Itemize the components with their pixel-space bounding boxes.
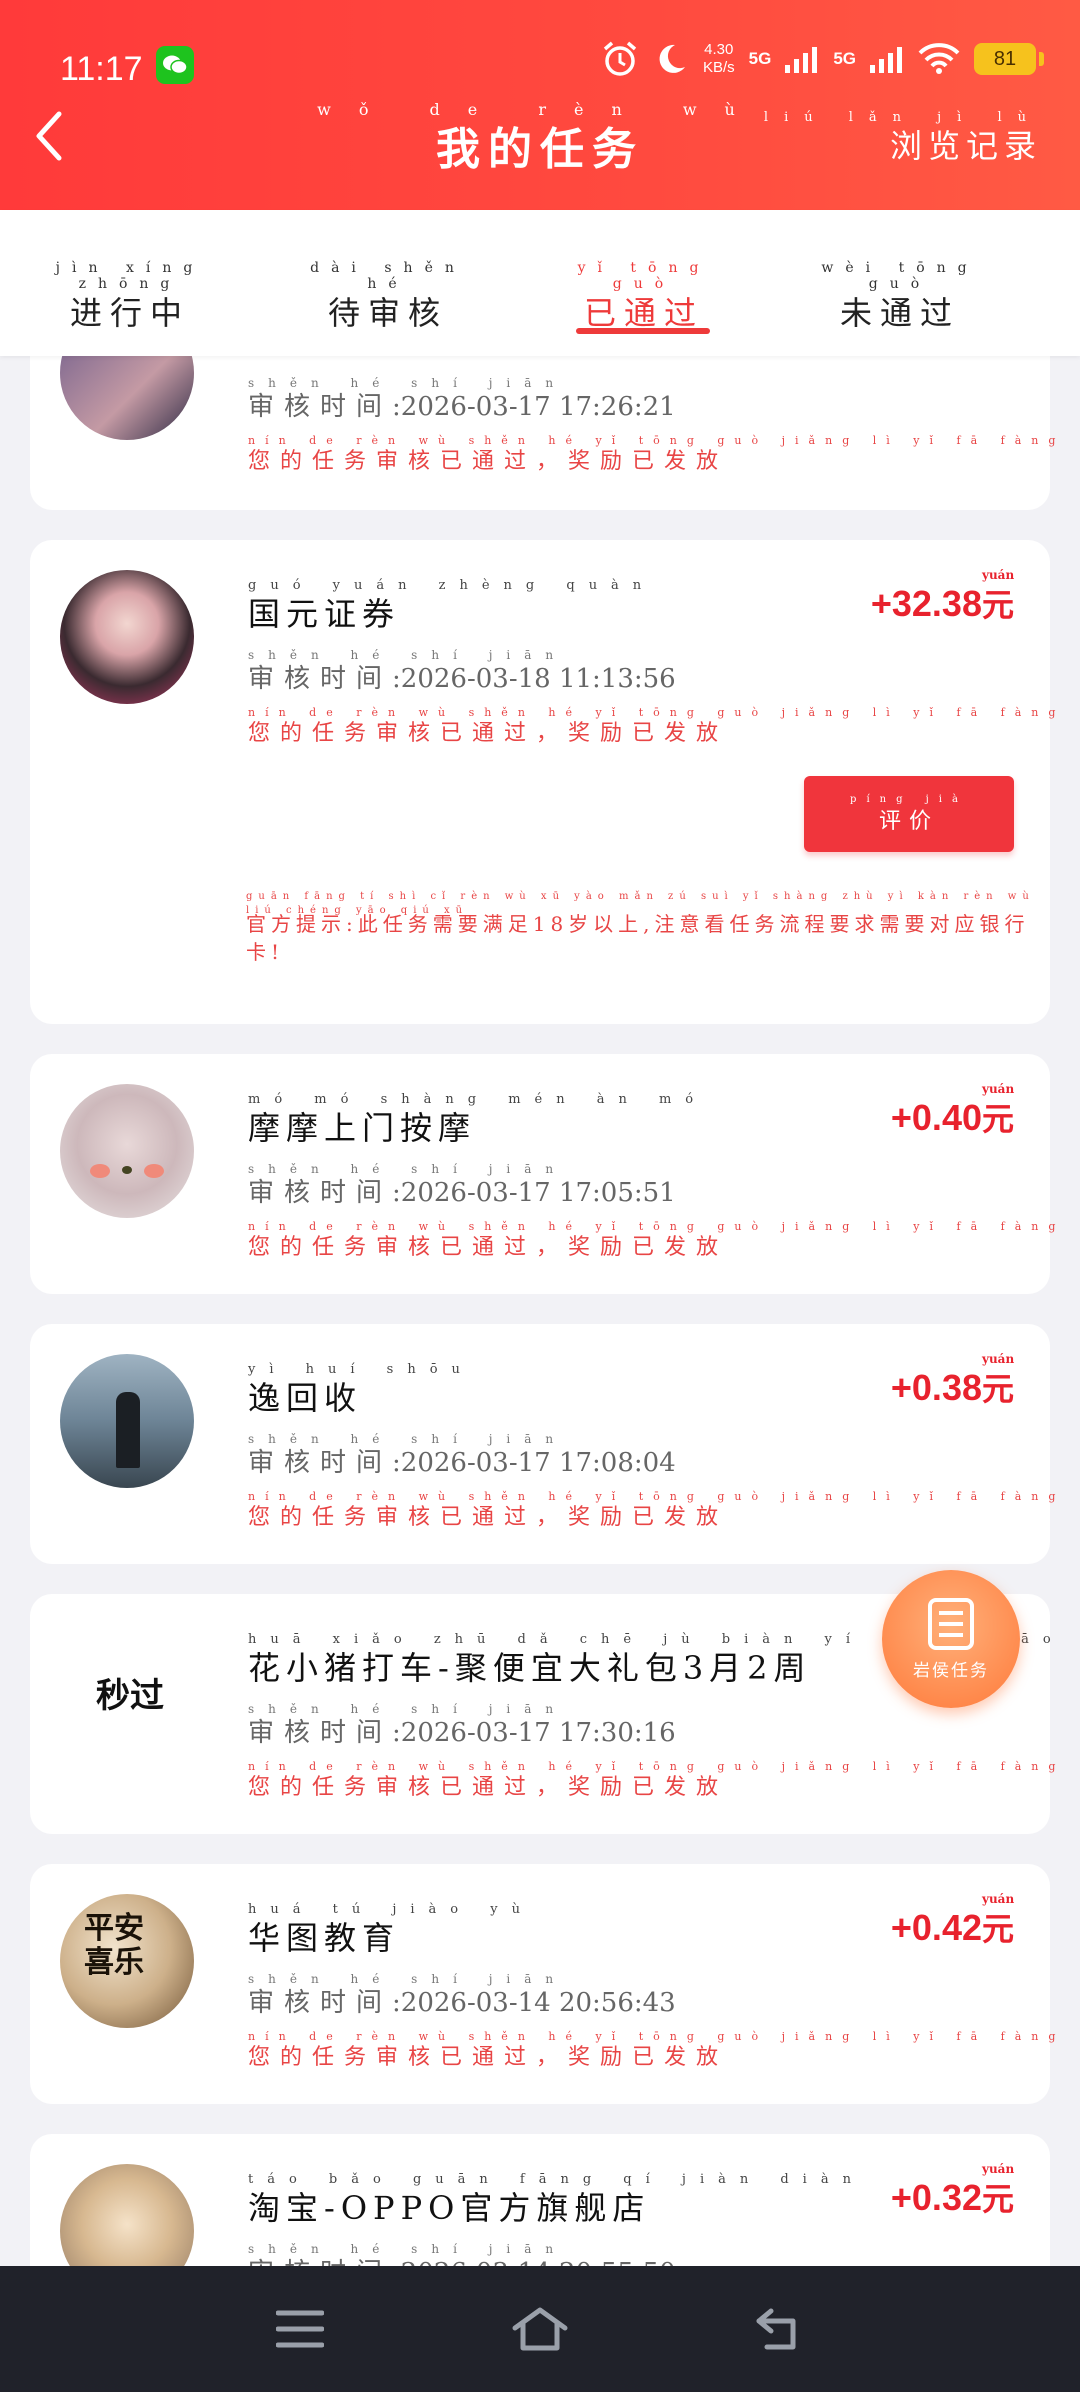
review-time: shěn hé shí jiān 审核时间:2026-03-17 17:30:16: [248, 1702, 676, 1748]
tab-in-progress[interactable]: jìn xíng zhōng 进行中: [30, 260, 230, 334]
approved-message: nín de rèn wù shěn hé yǐ tōng guò jiǎng …: [248, 2030, 1066, 2070]
back-arrow-icon: [756, 2308, 796, 2350]
task-card[interactable]: táo bǎo guān fāng qí jiàn diàn 淘宝-OPPO官方旗…: [30, 2134, 1050, 2266]
avatar: [60, 1354, 194, 1488]
moon-icon: [659, 44, 685, 73]
signal-bars-icon: [870, 47, 902, 73]
status-icons: 4.30 KB/s 5G 5G 81: [601, 40, 1044, 78]
task-title: guó yuán zhèng quàn 国元证券: [248, 578, 656, 633]
task-title: táo bǎo guān fāng qí jiàn diàn 淘宝-OPPO官方旗…: [248, 2172, 865, 2227]
task-list[interactable]: shěn hé shí jiān 审核时间:2026-03-17 17:26:21…: [0, 356, 1080, 2266]
tab-rejected[interactable]: wèi tōng guò 未通过: [800, 260, 1000, 334]
system-nav-bar: [0, 2266, 1080, 2392]
official-tip: guān fāng tí shì cǐ rèn wù xū yào mǎn zú…: [246, 891, 1035, 964]
tab-approved[interactable]: yǐ tōng guò 已通过: [544, 260, 744, 334]
battery-indicator: 81: [974, 43, 1044, 75]
approved-message: nín de rèn wù shěn hé yǐ tōng guò jiǎng …: [248, 1760, 1066, 1800]
reward-amount: +0.32 yuán 元: [890, 2162, 1015, 2218]
avatar: [60, 570, 194, 704]
back-nav-button[interactable]: [740, 2289, 820, 2369]
avatar: [60, 2164, 194, 2266]
header-bar: 11:17 4.30 KB/s 5G 5G 81 wǒ de rèn wù 我的任…: [0, 0, 1080, 210]
avatar-text: 秒过: [96, 1676, 164, 1716]
reward-amount: +0.42 yuán 元: [890, 1892, 1015, 1948]
status-tabs: jìn xíng zhōng 进行中 dài shěn hé 待审核 yǐ tōng…: [0, 210, 1080, 356]
review-time: shěn hé shí jiān 审核时间:2026-03-17 17:08:04: [248, 1432, 676, 1478]
wifi-icon: [918, 43, 960, 74]
approved-message: nín de rèn wù shěn hé yǐ tōng guò jiǎng …: [248, 1490, 1066, 1530]
reward-amount: +32.38 yuán 元: [870, 568, 1015, 624]
alarm-icon: [603, 41, 637, 76]
task-card[interactable]: mó mó shàng mén àn mó 摩摩上门按摩 +0.40 yuán 元 s…: [30, 1054, 1055, 1294]
review-time: shěn hé shí jiān 审核时间:2026-03-18 11:13:56: [248, 648, 676, 694]
net-speed: 4.30 KB/s: [702, 41, 735, 76]
document-icon: [928, 1597, 974, 1650]
task-card[interactable]: guó yuán zhèng quàn 国元证券 +32.38 yuán 元 shěn…: [30, 540, 1055, 1024]
browse-history-link[interactable]: liú lǎn jì lù 浏览记录: [764, 110, 1042, 167]
review-time: shěn hé shí jiān 审核时间:2026-03-17 17:05:51: [248, 1162, 676, 1208]
tab-pending-review[interactable]: dài shěn hé 待审核: [288, 260, 488, 334]
review-time: shěn hé shí jiān 审核时间:2026-03-17 17:26:21: [248, 376, 676, 422]
reward-amount: +0.38 yuán 元: [890, 1352, 1015, 1408]
home-icon: [512, 2307, 568, 2351]
avatar: [60, 356, 194, 440]
review-time: shěn hé shí jiān 审核时间:2026-03-14 20:56:43: [248, 1972, 676, 2018]
signal-bars-icon: [785, 47, 818, 73]
status-time: 11:17: [60, 50, 143, 88]
signal-5g-1: 5G: [748, 49, 772, 68]
task-card[interactable]: 平安 喜乐 huá tú jiào yù 华图教育 +0.42 yuán 元 shěn …: [30, 1864, 1055, 2104]
approved-message: nín de rèn wù shěn hé yǐ tōng guò jiǎng …: [248, 706, 1066, 746]
approved-message: nín de rèn wù shěn hé yǐ tōng guò jiǎng …: [248, 1220, 1066, 1260]
active-tab-indicator: [576, 328, 710, 334]
approved-message: nín de rèn wù shěn hé yǐ tōng guò jiǎng …: [248, 434, 1066, 474]
avatar: [60, 1084, 194, 1218]
fab-label: 岩侯任务: [913, 1660, 989, 1681]
avatar: 平安 喜乐: [60, 1894, 194, 2028]
menu-icon: [276, 2310, 324, 2348]
home-nav-button[interactable]: [500, 2289, 580, 2369]
task-title: mó mó shàng mén àn mó 摩摩上门按摩: [248, 1092, 708, 1147]
task-float-button[interactable]: 岩侯任务: [882, 1570, 1020, 1708]
task-title: yì huí shōu 逸回收: [248, 1362, 474, 1417]
task-card[interactable]: yì huí shōu 逸回收 +0.38 yuán 元 shěn hé shí ji…: [30, 1324, 1055, 1564]
signal-5g-2: 5G: [833, 49, 856, 68]
wechat-notification-icon: [156, 46, 194, 84]
task-title: huá tú jiào yù 华图教育: [248, 1902, 534, 1957]
menu-nav-button[interactable]: [260, 2289, 340, 2369]
reward-amount: +0.40 yuán 元: [890, 1082, 1015, 1138]
review-time: shěn hé shí jiān审核时间:2026-03-14 20:55:50: [248, 2242, 676, 2266]
task-card[interactable]: shěn hé shí jiān 审核时间:2026-03-17 17:26:21…: [30, 356, 1055, 510]
evaluate-button[interactable]: píng jià 评价: [804, 776, 1014, 852]
